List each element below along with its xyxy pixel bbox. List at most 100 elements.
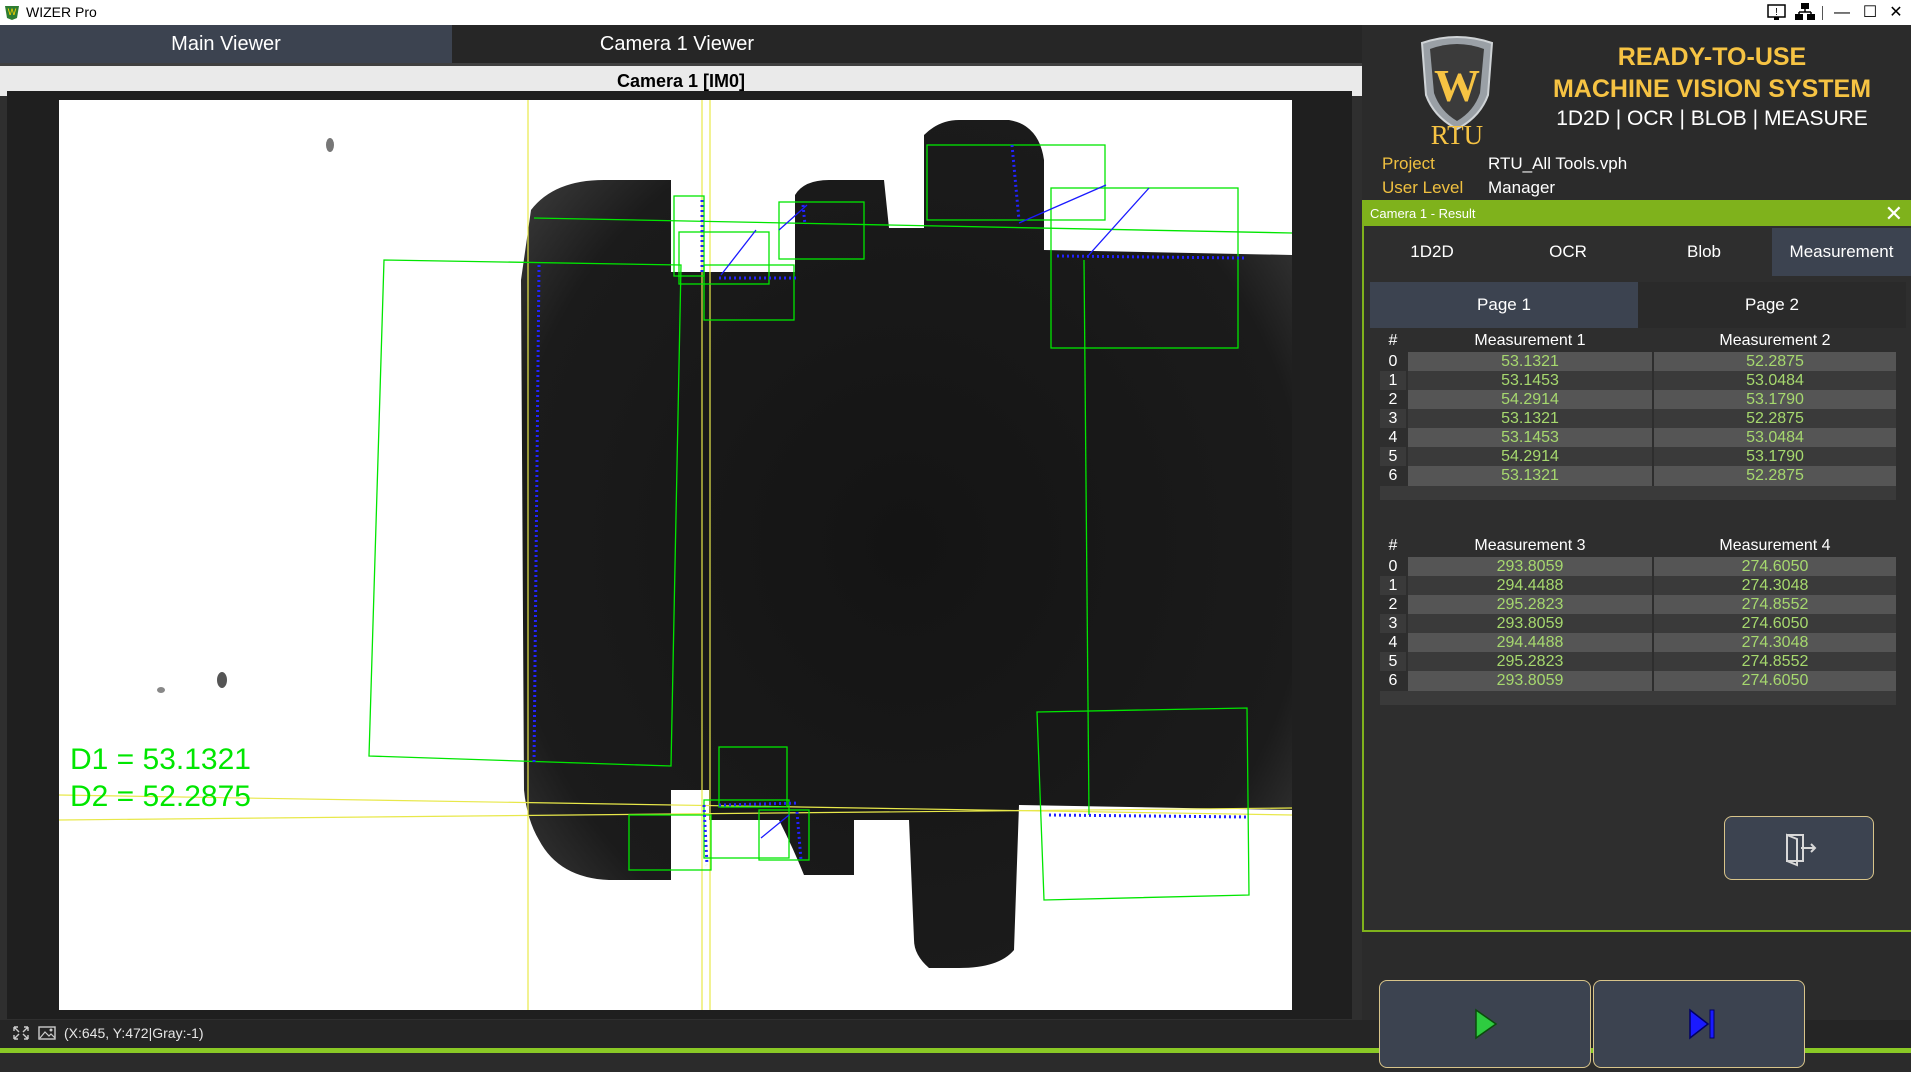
cell-value: 53.0484	[1654, 428, 1896, 448]
svg-text:W: W	[1434, 60, 1480, 111]
headline-line-1: READY-TO-USE	[1617, 43, 1807, 71]
logo-text: RTU	[1430, 120, 1484, 150]
row-index: 6	[1380, 671, 1406, 691]
cell-value: 274.8552	[1654, 652, 1896, 672]
cell-value: 274.6050	[1654, 671, 1896, 691]
result-close-button[interactable]: ✕	[1885, 202, 1903, 226]
row-index: 4	[1380, 428, 1406, 448]
svg-text:!: !	[1775, 7, 1778, 18]
network-icon[interactable]	[1792, 0, 1818, 25]
tab-page-2[interactable]: Page 2	[1638, 282, 1906, 328]
cell-value: 274.6050	[1654, 557, 1896, 577]
table-row[interactable]: 3 293.8059 274.6050	[1380, 614, 1896, 634]
cell-value: 54.2914	[1408, 447, 1652, 467]
headline-line-2: MACHINE VISION SYSTEM	[1552, 75, 1872, 103]
table-row[interactable]: 6 53.1321 52.2875	[1380, 466, 1896, 486]
svg-text:W: W	[8, 7, 17, 17]
tab-1d2d[interactable]: 1D2D	[1364, 228, 1501, 276]
table-row[interactable]: 1 53.1453 53.0484	[1380, 371, 1896, 391]
result-title: Camera 1 - Result	[1370, 206, 1476, 221]
tab-camera1-viewer[interactable]: Camera 1 Viewer	[452, 25, 902, 63]
row-index: 3	[1380, 409, 1406, 429]
result-header: Camera 1 - Result ✕	[1364, 202, 1911, 226]
row-index: 5	[1380, 447, 1406, 467]
camera-image[interactable]: D1 = 53.1321 D2 = 52.2875	[59, 100, 1292, 1010]
project-value: RTU_All Tools.vph	[1488, 154, 1628, 173]
table-row[interactable]: 6 293.8059 274.6050	[1380, 671, 1896, 691]
row-index: 4	[1380, 633, 1406, 653]
row-index: 3	[1380, 614, 1406, 634]
cell-value: 54.2914	[1408, 390, 1652, 410]
table-row[interactable]: 0 293.8059 274.6050	[1380, 557, 1896, 577]
col-measurement-2-header: Measurement 2	[1719, 332, 1831, 349]
tab-ocr[interactable]: OCR	[1500, 228, 1637, 276]
table-row[interactable]: 2 54.2914 53.1790	[1380, 390, 1896, 410]
row-index: 2	[1380, 595, 1406, 615]
table-row[interactable]: 1 294.4488 274.3048	[1380, 576, 1896, 596]
cell-value: 53.1321	[1408, 466, 1652, 486]
titlebar-separator	[1822, 6, 1823, 20]
col-index-header: #	[1388, 537, 1398, 554]
exit-button[interactable]	[1724, 816, 1874, 880]
monitor-icon[interactable]: !	[1766, 0, 1788, 25]
step-button[interactable]	[1593, 980, 1805, 1068]
row-index: 6	[1380, 466, 1406, 486]
overlay-d2: D2 = 52.2875	[70, 780, 251, 813]
cell-value: 52.2875	[1654, 352, 1896, 372]
row-index: 2	[1380, 390, 1406, 410]
tab-measurement[interactable]: Measurement	[1772, 228, 1911, 276]
user-level-label: User Level	[1382, 178, 1464, 197]
tab-blob[interactable]: Blob	[1636, 228, 1773, 276]
col-index-header: #	[1388, 332, 1398, 349]
headline: READY-TO-USE MACHINE VISION SYSTEM	[1522, 41, 1902, 105]
cell-value: 53.1790	[1654, 447, 1896, 467]
overlay-d1: D1 = 53.1321	[70, 743, 251, 776]
dust-speck	[326, 138, 334, 152]
image-icon[interactable]	[38, 1025, 56, 1041]
row-index: 1	[1380, 371, 1406, 391]
cell-value: 52.2875	[1654, 466, 1896, 486]
tab-page-1[interactable]: Page 1	[1370, 282, 1638, 328]
col-measurement-3-header: Measurement 3	[1474, 537, 1586, 554]
cell-value: 53.1453	[1408, 371, 1652, 391]
table-row[interactable]: 0 53.1321 52.2875	[1380, 352, 1896, 372]
cell-value: 274.6050	[1654, 614, 1896, 634]
row-index: 0	[1380, 352, 1406, 372]
fit-view-icon[interactable]	[12, 1025, 30, 1041]
cell-value: 274.8552	[1654, 595, 1896, 615]
table-2-footer	[1380, 691, 1896, 705]
minimize-button[interactable]: —	[1827, 0, 1857, 25]
tab-main-viewer[interactable]: Main Viewer	[0, 25, 452, 63]
table-row[interactable]: 2 295.2823 274.8552	[1380, 595, 1896, 615]
cell-value: 53.0484	[1654, 371, 1896, 391]
window-title: WIZER Pro	[26, 4, 97, 20]
row-index: 1	[1380, 576, 1406, 596]
cell-value: 295.2823	[1408, 595, 1652, 615]
cell-value: 274.3048	[1654, 633, 1896, 653]
table-1-footer	[1380, 486, 1896, 500]
table-header: # Measurement 1 Measurement 2	[1380, 330, 1896, 352]
user-level-value: Manager	[1488, 178, 1556, 197]
table-row[interactable]: 4 53.1453 53.0484	[1380, 428, 1896, 448]
part-silhouette	[521, 120, 1292, 968]
cell-value: 294.4488	[1408, 633, 1652, 653]
close-button[interactable]: ✕	[1881, 0, 1911, 25]
table-row[interactable]: 5 54.2914 53.1790	[1380, 447, 1896, 467]
table-row[interactable]: 4 294.4488 274.3048	[1380, 633, 1896, 653]
cursor-readout: (X:645, Y:472|Gray:-1)	[64, 1025, 204, 1041]
cell-value: 293.8059	[1408, 557, 1652, 577]
col-measurement-1-header: Measurement 1	[1474, 332, 1586, 349]
cell-value: 293.8059	[1408, 671, 1652, 691]
table-row[interactable]: 3 53.1321 52.2875	[1380, 409, 1896, 429]
feature-subline: 1D2D | OCR | BLOB | MEASURE	[1556, 107, 1868, 130]
exit-door-icon	[1786, 833, 1817, 867]
step-forward-icon	[1689, 1008, 1715, 1040]
cell-value: 53.1321	[1408, 352, 1652, 372]
result-window: Camera 1 - Result ✕ 1D2D OCR Blob Measur…	[1362, 200, 1911, 932]
cell-value: 294.4488	[1408, 576, 1652, 596]
project-label: Project	[1382, 154, 1435, 173]
cell-value: 52.2875	[1654, 409, 1896, 429]
table-row[interactable]: 5 295.2823 274.8552	[1380, 652, 1896, 672]
viewer-area: Main Viewer Camera 1 Viewer Camera 1 [IM…	[0, 25, 1362, 1028]
run-button[interactable]	[1379, 980, 1591, 1068]
